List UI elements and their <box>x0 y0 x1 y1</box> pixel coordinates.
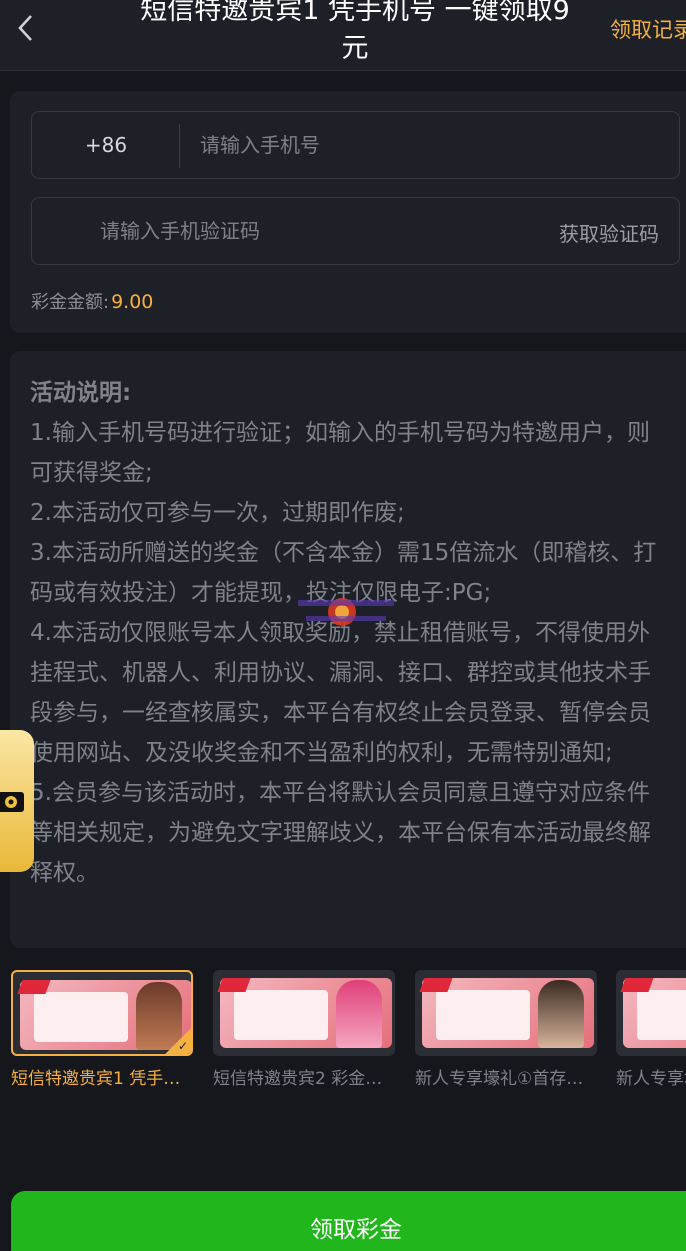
description-text: 活动说明: 1.输入手机号码进行验证；如输入的手机号码为特邀用户，则可获得奖金;… <box>30 373 672 893</box>
rule-1: 1.输入手机号码进行验证；如输入的手机号码为特邀用户，则可获得奖金; <box>30 420 650 486</box>
promo-card[interactable]: ✓ 短信特邀贵宾1 凭手机号 一键领取9元 <box>11 970 193 1089</box>
promo-thumbnail: ✓ <box>11 970 193 1056</box>
verification-code-input[interactable] <box>100 198 480 264</box>
code-field: 获取验证码 <box>31 197 680 265</box>
checkmark-icon: ✓ <box>165 1028 191 1054</box>
chevron-left-icon <box>18 15 32 41</box>
divider <box>179 124 180 168</box>
bonus-amount-row: 彩金金额: 9.00 <box>31 288 153 314</box>
description-title: 活动说明: <box>30 380 132 406</box>
verification-form: +86 获取验证码 彩金金额:9.00 <box>10 91 686 333</box>
rule-5: 5.会员参与该活动时，本平台将默认会员同意且遵守对应条件等相关规定，为避免文字理… <box>30 780 651 886</box>
phone-field: +86 <box>31 111 680 179</box>
promo-card[interactable]: 短信特邀贵宾2 彩金领不停 连续赠送20周 <box>213 970 395 1089</box>
back-button[interactable] <box>10 8 40 48</box>
promo-thumbnail <box>415 970 597 1056</box>
promo-label: 短信特邀贵宾1 凭手机号 一键领取9元 <box>11 1069 189 1089</box>
promo-label: 新人专享壕礼①首存就送8888元 <box>415 1069 593 1089</box>
promo-carousel: ✓ 短信特邀贵宾1 凭手机号 一键领取9元 短信特邀贵宾2 彩金领不停 连续赠送… <box>0 964 686 1094</box>
activity-description: 活动说明: 1.输入手机号码进行验证；如输入的手机号码为特邀用户，则可获得奖金;… <box>10 351 686 948</box>
country-code[interactable]: +86 <box>32 112 180 178</box>
bonus-label: 彩金金额: <box>31 292 110 313</box>
phone-input[interactable] <box>200 112 660 178</box>
promo-label: 新人专享壕礼 <box>616 1069 686 1089</box>
promo-thumbnail <box>616 970 686 1056</box>
claim-records-link[interactable]: 领取记录 <box>610 14 686 44</box>
promo-card[interactable]: 新人专享壕礼①首存就送8888元 <box>415 970 597 1089</box>
soccer-ball-icon <box>0 792 24 812</box>
page-title: 短信特邀贵宾1 凭手机号 一键领取9元 <box>140 0 570 64</box>
rule-4: 4.本活动仅限账号本人领取奖励，禁止租借账号，不得使用外挂程式、机器人、利用协议… <box>30 620 651 766</box>
bonus-value: 9.00 <box>111 291 154 313</box>
header-bar: 短信特邀贵宾1 凭手机号 一键领取9元 领取记录 <box>0 0 686 71</box>
claim-bonus-button[interactable]: 领取彩金 <box>11 1191 686 1251</box>
floating-side-tab[interactable] <box>0 730 34 872</box>
promo-thumbnail <box>213 970 395 1056</box>
promo-card[interactable]: 新人专享壕礼 <box>616 970 686 1089</box>
rule-2: 2.本活动仅可参与一次，过期即作废; <box>30 500 405 526</box>
watermark-logo-icon <box>298 598 394 626</box>
promo-label: 短信特邀贵宾2 彩金领不停 连续赠送20周 <box>213 1069 391 1089</box>
get-code-button[interactable]: 获取验证码 <box>559 218 659 247</box>
